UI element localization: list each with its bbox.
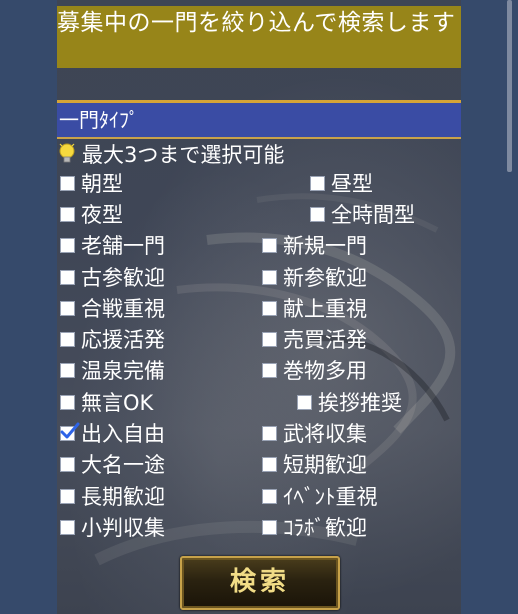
option-label: 朝型 bbox=[81, 172, 123, 196]
option-label: 出入自由 bbox=[81, 422, 165, 446]
option-label: 小判収集 bbox=[81, 516, 165, 540]
option-label: 老舗一門 bbox=[81, 234, 165, 258]
checkbox[interactable] bbox=[60, 362, 75, 378]
selection-hint: 最大3つまで選択可能 bbox=[57, 139, 284, 169]
option-daimyou[interactable]: 大名一途 bbox=[60, 449, 165, 479]
checkbox[interactable] bbox=[297, 394, 312, 410]
page-title: 募集中の一門を絞り込んで検索します bbox=[57, 6, 461, 68]
option-deiri[interactable]: 出入自由 bbox=[60, 418, 165, 448]
option-zenjikangata[interactable]: 全時間型 bbox=[310, 199, 415, 229]
checkbox[interactable] bbox=[60, 488, 75, 504]
search-button[interactable]: 検索 bbox=[180, 556, 340, 610]
hint-text: 最大3つまで選択可能 bbox=[82, 143, 285, 167]
option-label: 短期歓迎 bbox=[283, 453, 367, 477]
checkbox[interactable] bbox=[60, 331, 75, 347]
checkbox[interactable] bbox=[310, 206, 325, 222]
option-label: 合戦重視 bbox=[81, 297, 165, 321]
option-label: ｺﾗﾎﾞ歓迎 bbox=[283, 516, 367, 540]
option-aisatsu[interactable]: 挨拶推奨 bbox=[297, 387, 402, 417]
option-label: 巻物多用 bbox=[283, 359, 367, 383]
checkbox[interactable] bbox=[60, 300, 75, 316]
checkbox[interactable] bbox=[60, 237, 75, 253]
option-onsen[interactable]: 温泉完備 bbox=[60, 355, 165, 385]
checkbox[interactable] bbox=[262, 519, 277, 535]
option-label: ｲﾍﾞﾝﾄ重視 bbox=[283, 485, 378, 509]
option-label: 新参歓迎 bbox=[283, 266, 367, 290]
option-shinki[interactable]: 新規一門 bbox=[262, 230, 367, 260]
option-kassen[interactable]: 合戦重視 bbox=[60, 293, 165, 323]
option-makimono[interactable]: 巻物多用 bbox=[262, 355, 367, 385]
checkbox[interactable] bbox=[60, 175, 75, 191]
checkbox[interactable] bbox=[60, 519, 75, 535]
search-panel: 募集中の一門を絞り込んで検索します 一門ﾀｲﾌﾟ 最大3つまで選択可能 朝型 昼… bbox=[57, 0, 461, 614]
option-label: 温泉完備 bbox=[81, 359, 165, 383]
option-tanki[interactable]: 短期歓迎 bbox=[262, 449, 367, 479]
option-label: 大名一途 bbox=[81, 453, 165, 477]
left-margin bbox=[0, 0, 57, 614]
option-hirugata[interactable]: 昼型 bbox=[310, 168, 373, 198]
section-title: 一門ﾀｲﾌﾟ bbox=[57, 103, 461, 137]
option-event[interactable]: ｲﾍﾞﾝﾄ重視 bbox=[262, 481, 378, 511]
option-shinzan[interactable]: 新参歓迎 bbox=[262, 262, 367, 292]
checkbox[interactable] bbox=[262, 425, 277, 441]
checkbox[interactable] bbox=[60, 394, 75, 410]
option-label: 古参歓迎 bbox=[81, 266, 165, 290]
option-label: 長期歓迎 bbox=[81, 485, 165, 509]
option-asagata[interactable]: 朝型 bbox=[60, 168, 123, 198]
option-label: 武将収集 bbox=[283, 422, 367, 446]
option-label: 新規一門 bbox=[283, 234, 367, 258]
checkbox[interactable] bbox=[60, 269, 75, 285]
checkbox[interactable] bbox=[262, 300, 277, 316]
option-baibai[interactable]: 売買活発 bbox=[262, 324, 367, 354]
checkbox[interactable] bbox=[310, 175, 325, 191]
checkbox[interactable] bbox=[60, 206, 75, 222]
option-kenjou[interactable]: 献上重視 bbox=[262, 293, 367, 323]
option-shinise[interactable]: 老舗一門 bbox=[60, 230, 165, 260]
option-label: 夜型 bbox=[81, 203, 123, 227]
checkbox[interactable] bbox=[262, 362, 277, 378]
scrollbar[interactable] bbox=[507, 0, 512, 172]
checkbox[interactable] bbox=[262, 488, 277, 504]
option-label: 応援活発 bbox=[81, 328, 165, 352]
checkbox[interactable] bbox=[262, 237, 277, 253]
option-label: 昼型 bbox=[331, 172, 373, 196]
option-label: 売買活発 bbox=[283, 328, 367, 352]
option-yorugata[interactable]: 夜型 bbox=[60, 199, 123, 229]
option-chouki[interactable]: 長期歓迎 bbox=[60, 481, 165, 511]
option-koban[interactable]: 小判収集 bbox=[60, 512, 165, 542]
lightbulb-icon bbox=[59, 143, 75, 163]
option-kosan[interactable]: 古参歓迎 bbox=[60, 262, 165, 292]
checkbox[interactable] bbox=[262, 269, 277, 285]
option-label: 挨拶推奨 bbox=[318, 391, 402, 415]
option-mugon[interactable]: 無言OK bbox=[60, 387, 153, 417]
checkbox-checked[interactable] bbox=[60, 422, 80, 441]
checkbox[interactable] bbox=[262, 331, 277, 347]
checkmark-icon bbox=[60, 422, 80, 438]
option-collabo[interactable]: ｺﾗﾎﾞ歓迎 bbox=[262, 512, 367, 542]
option-bushou[interactable]: 武将収集 bbox=[262, 418, 367, 448]
option-label: 献上重視 bbox=[283, 297, 367, 321]
option-label: 無言OK bbox=[81, 391, 154, 415]
checkbox[interactable] bbox=[262, 456, 277, 472]
option-ouen[interactable]: 応援活発 bbox=[60, 324, 165, 354]
checkbox[interactable] bbox=[60, 456, 75, 472]
option-label: 全時間型 bbox=[331, 203, 415, 227]
